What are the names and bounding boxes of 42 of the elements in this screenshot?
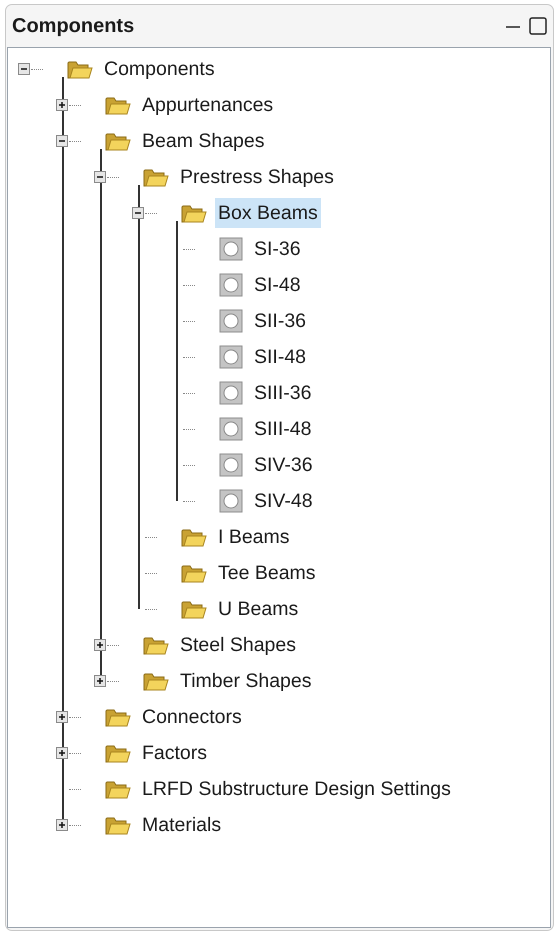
tree-item[interactable]: U Beams	[215, 594, 302, 624]
tree-item[interactable]: Beam Shapes	[139, 126, 268, 156]
expand-toggle[interactable]	[56, 99, 68, 111]
tree-item[interactable]: Factors	[139, 738, 210, 768]
tree-item[interactable]: Appurtenances	[139, 90, 276, 120]
tree-item[interactable]: I Beams	[215, 522, 293, 552]
tree-item[interactable]: Components	[101, 54, 218, 84]
expand-toggle[interactable]	[94, 675, 106, 687]
tree-item[interactable]: SI-36	[251, 234, 304, 264]
tree-item[interactable]: Materials	[139, 810, 224, 840]
tree-item[interactable]: Tee Beams	[215, 558, 319, 588]
tree-item[interactable]: Steel Shapes	[177, 630, 300, 660]
panel-title: Components	[12, 14, 134, 39]
section-icon	[219, 381, 243, 405]
collapse-toggle[interactable]	[94, 171, 106, 183]
collapse-toggle[interactable]	[56, 135, 68, 147]
maximize-icon[interactable]	[529, 17, 547, 35]
tree-item[interactable]: SIV-48	[251, 486, 316, 516]
tree-item[interactable]: LRFD Substructure Design Settings	[139, 774, 454, 804]
expand-toggle[interactable]	[56, 747, 68, 759]
tree-item[interactable]: SIV-36	[251, 450, 316, 480]
tree-item[interactable]: SII-48	[251, 342, 310, 372]
collapse-toggle[interactable]	[132, 207, 144, 219]
tree-item[interactable]: SI-48	[251, 270, 304, 300]
collapse-toggle[interactable]	[18, 63, 30, 75]
section-icon	[219, 309, 243, 333]
expand-toggle[interactable]	[56, 711, 68, 723]
expand-toggle[interactable]	[94, 639, 106, 651]
tree-item[interactable]: Timber Shapes	[177, 666, 315, 696]
section-icon	[219, 237, 243, 261]
tree-item[interactable]: Connectors	[139, 702, 245, 732]
section-icon	[219, 345, 243, 369]
tree-item[interactable]: Box Beams	[215, 198, 321, 228]
tree-item[interactable]: SIII-48	[251, 414, 314, 444]
tree-item[interactable]: Prestress Shapes	[177, 162, 337, 192]
expand-toggle[interactable]	[56, 819, 68, 831]
section-icon	[219, 273, 243, 297]
tree-item[interactable]: SIII-36	[251, 378, 314, 408]
tree-item[interactable]: SII-36	[251, 306, 310, 336]
section-icon	[219, 453, 243, 477]
section-icon	[219, 417, 243, 441]
section-icon	[219, 489, 243, 513]
